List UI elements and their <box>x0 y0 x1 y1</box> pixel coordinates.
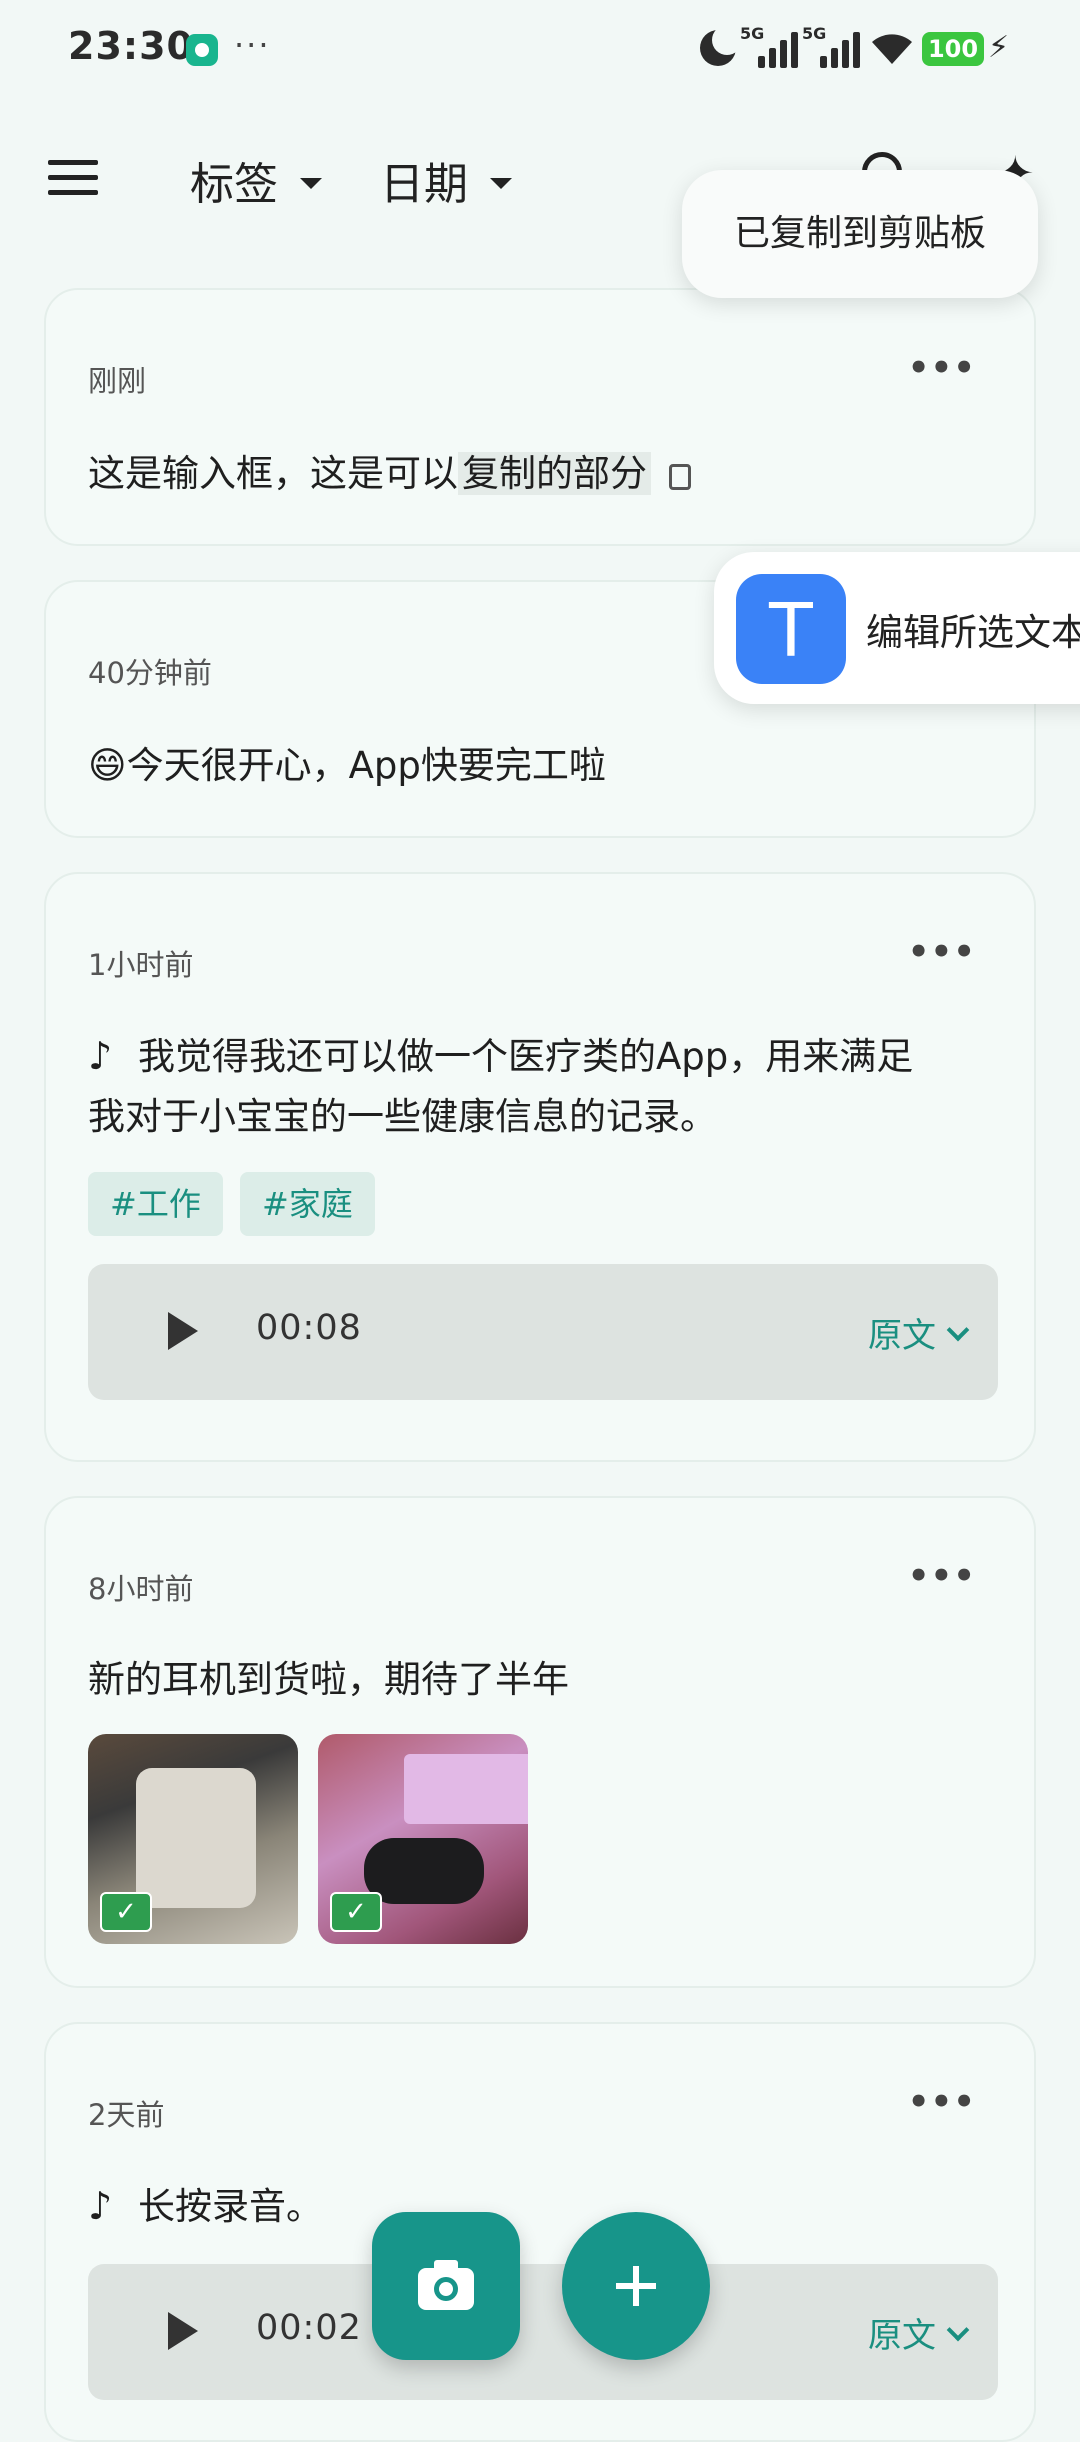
audio-duration: 00:08 <box>256 1308 362 1348</box>
note-timestamp: 40分钟前 <box>88 656 212 690</box>
plus-icon <box>616 2266 656 2306</box>
note-text: ♪ 长按录音。 <box>88 2176 974 2237</box>
note-card[interactable]: 刚刚 ••• 这是输入框，这是可以 复制的部分 <box>44 288 1036 546</box>
copyable-text[interactable]: 复制的部分 <box>458 452 651 495</box>
audio-duration: 00:02 <box>256 2308 362 2348</box>
signal-icon-1: 5G <box>740 24 802 68</box>
selected-check-icon[interactable]: ✓ <box>330 1892 382 1932</box>
note-text: 新的耳机到货啦，期待了半年 <box>88 1658 569 1701</box>
note-timestamp: 1小时前 <box>88 948 194 982</box>
tag-chip[interactable]: #家庭 <box>240 1172 375 1236</box>
more-options-icon[interactable]: ••• <box>908 348 976 388</box>
tag-filter-label: 标签 <box>190 159 278 210</box>
caret-down-icon <box>300 177 322 189</box>
photo-thumbnail[interactable]: ✓ <box>88 1734 298 1944</box>
play-icon[interactable] <box>168 1312 198 1350</box>
note-card[interactable]: 2天前 ••• ♪ 长按录音。 00:02 原文 <box>44 2022 1036 2442</box>
edit-selected-text-label: 编辑所选文本 <box>866 611 1080 654</box>
caret-down-icon <box>490 177 512 189</box>
chevron-down-icon[interactable] <box>946 2318 970 2342</box>
chevron-down-icon[interactable] <box>946 1318 970 1342</box>
hamburger-icon[interactable] <box>48 160 98 196</box>
note-timestamp: 刚刚 <box>88 364 147 398</box>
photo-thumbnail[interactable]: ✓ <box>318 1734 528 1944</box>
battery-indicator: 100 <box>922 32 984 66</box>
note-text-line-2: 我对于小宝宝的一些健康信息的记录。 <box>88 1095 717 1138</box>
note-text[interactable]: 这是输入框，这是可以 复制的部分 <box>88 444 974 504</box>
audio-player: 00:02 原文 <box>88 2264 998 2400</box>
music-note-icon: ♪ <box>88 1034 113 1078</box>
music-note-icon: ♪ <box>88 2184 113 2228</box>
copy-icon[interactable] <box>669 464 691 490</box>
date-filter-dropdown[interactable]: 日期 <box>380 148 512 212</box>
add-note-button[interactable] <box>562 2212 710 2360</box>
note-text: ♪ 我觉得我还可以做一个医疗类的App，用来满足 我对于小宝宝的一些健康信息的记录… <box>88 1026 974 1147</box>
do-not-disturb-icon <box>700 25 742 66</box>
status-bar: 23:30 ··· 5G 5G 100 ⚡ <box>0 0 1080 100</box>
charging-icon: ⚡ <box>988 30 1010 65</box>
notification-app-icon <box>186 34 218 66</box>
camera-button[interactable] <box>372 2212 520 2360</box>
edit-selected-text-popup[interactable]: T 编辑所选文本 <box>714 552 1080 704</box>
more-notifications-icon: ··· <box>234 26 271 64</box>
signal-1-label: 5G <box>740 24 765 43</box>
more-options-icon[interactable]: ••• <box>908 1556 976 1596</box>
note-text-line-1: 我觉得我还可以做一个医疗类的App，用来满足 <box>138 1035 914 1078</box>
audio-player: 00:08 原文 <box>88 1264 998 1400</box>
signal-icon-2: 5G <box>802 24 864 68</box>
note-text-content: 长按录音。 <box>138 2185 323 2228</box>
wifi-icon <box>868 30 916 66</box>
signal-2-label: 5G <box>802 24 827 43</box>
copied-toast: 已复制到剪贴板 <box>682 170 1038 298</box>
text-editor-app-icon: T <box>736 574 846 684</box>
camera-icon <box>418 2260 474 2310</box>
original-text-toggle[interactable]: 原文 <box>868 1308 936 1357</box>
note-text: 😄今天很开心，App快要完工啦 <box>88 744 606 787</box>
note-text-plain: 这是输入框，这是可以 <box>88 452 458 495</box>
date-filter-label: 日期 <box>380 159 468 210</box>
note-card[interactable]: 8小时前 ••• 新的耳机到货啦，期待了半年 ✓ ✓ <box>44 1496 1036 1988</box>
selected-check-icon[interactable]: ✓ <box>100 1892 152 1932</box>
note-timestamp: 8小时前 <box>88 1572 194 1606</box>
original-text-toggle[interactable]: 原文 <box>868 2308 936 2357</box>
tag-chip[interactable]: #工作 <box>88 1172 223 1236</box>
play-icon[interactable] <box>168 2312 198 2350</box>
note-timestamp: 2天前 <box>88 2098 165 2132</box>
more-options-icon[interactable]: ••• <box>908 932 976 972</box>
clock: 23:30 <box>68 24 194 68</box>
more-options-icon[interactable]: ••• <box>908 2082 976 2122</box>
tag-filter-dropdown[interactable]: 标签 <box>190 148 322 212</box>
note-card[interactable]: 1小时前 ••• ♪ 我觉得我还可以做一个医疗类的App，用来满足 我对于小宝宝的… <box>44 872 1036 1462</box>
